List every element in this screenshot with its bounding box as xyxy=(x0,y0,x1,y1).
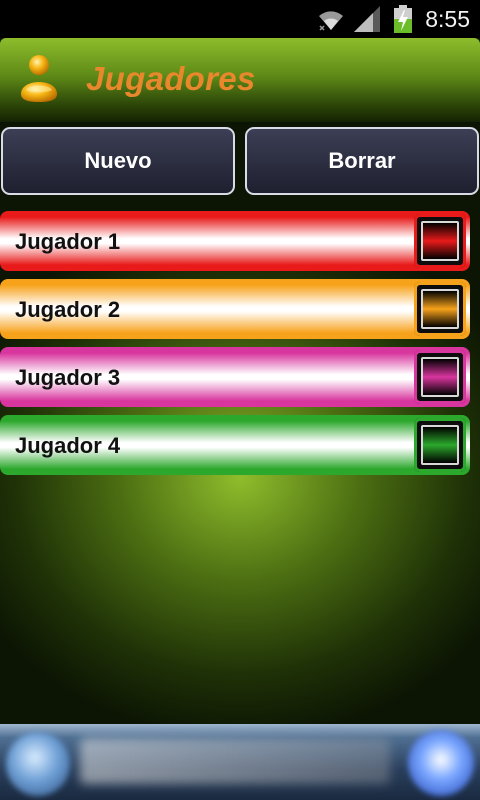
player-checkbox[interactable] xyxy=(414,214,466,268)
player-checkbox[interactable] xyxy=(414,418,466,472)
status-time: 8:55 xyxy=(425,6,470,32)
player-row[interactable]: Jugador 2 xyxy=(0,279,470,339)
app-screen: Jugadores Nuevo Borrar Jugador 1 Jugador… xyxy=(0,38,480,724)
player-name: Jugador 4 xyxy=(15,433,121,458)
status-bar: 8:55 xyxy=(0,0,480,38)
delete-player-button[interactable]: Borrar xyxy=(245,127,479,195)
player-checkbox[interactable] xyxy=(414,282,466,336)
player-row[interactable]: Jugador 1 xyxy=(0,211,470,271)
wifi-icon xyxy=(319,11,343,31)
header-bar: Jugadores xyxy=(0,38,480,122)
player-checkbox[interactable] xyxy=(414,350,466,404)
ad-center-graphic xyxy=(80,738,390,784)
new-player-button-label: Nuevo xyxy=(84,148,152,173)
ad-right-graphic xyxy=(408,730,474,796)
page-title: Jugadores xyxy=(86,60,256,97)
ad-left-graphic xyxy=(6,732,70,796)
delete-player-button-label: Borrar xyxy=(328,148,396,173)
player-row[interactable]: Jugador 3 xyxy=(0,347,470,407)
signal-icon xyxy=(354,6,380,32)
new-player-button[interactable]: Nuevo xyxy=(1,127,235,195)
player-row[interactable]: Jugador 4 xyxy=(0,415,470,475)
ad-banner[interactable] xyxy=(0,724,480,800)
player-name: Jugador 1 xyxy=(15,229,121,254)
battery-charging-icon xyxy=(394,5,412,33)
player-name: Jugador 2 xyxy=(15,297,121,322)
player-name: Jugador 3 xyxy=(15,365,121,390)
person-icon xyxy=(21,55,57,102)
